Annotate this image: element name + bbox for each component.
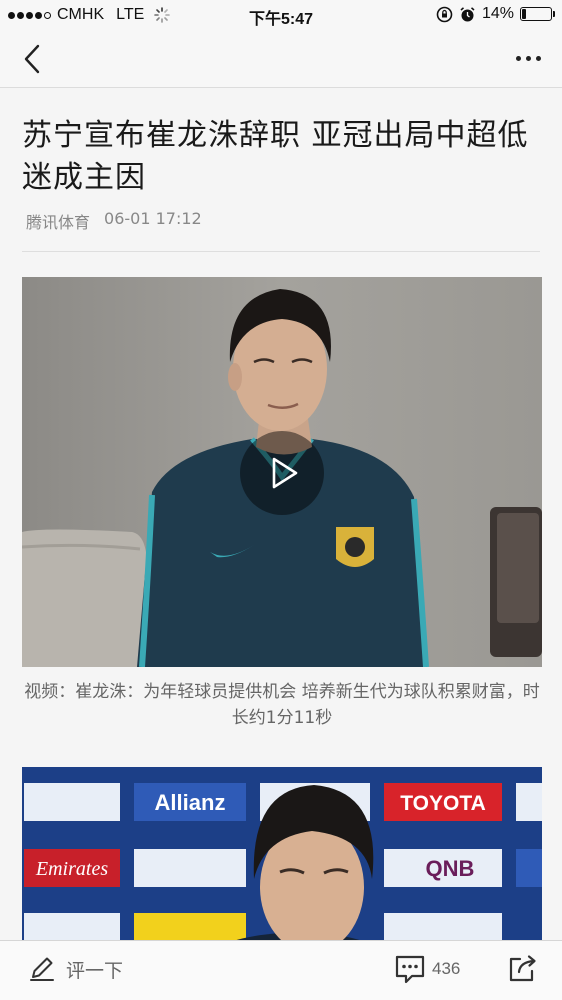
battery-percent: 14%: [481, 5, 514, 22]
comment-placeholder: 评一下: [66, 959, 124, 982]
sponsor-toyota: TOYOTA: [400, 792, 486, 815]
more-dots-icon: [515, 55, 521, 61]
video-caption: 视频：崔龙洙：为年轻球员提供机会 培养新生代为球队积累财富，时长约1分11秒: [24, 682, 540, 728]
article-title: 苏宁宣布崔龙洙辞职 亚冠出局中超低迷成主因: [22, 118, 529, 195]
comment-bubble-icon: [395, 955, 425, 984]
status-bar: CMHK LTE 下午5:47 14%: [0, 0, 562, 30]
article-source: 腾讯体育: [26, 213, 91, 232]
battery-icon: [520, 7, 555, 21]
sponsor-emirates: Emirates: [35, 858, 108, 880]
article-content: 苏宁宣布崔龙洙辞职 亚冠出局中超低迷成主因 腾讯体育 06-01 17:12 视…: [0, 89, 562, 941]
sponsor-qnb: QNB: [426, 856, 475, 881]
battery-level-fill: [522, 9, 526, 19]
status-right: 14%: [436, 5, 555, 23]
back-button[interactable]: [18, 42, 50, 76]
more-button[interactable]: [508, 46, 548, 70]
chevron-left-icon: [24, 44, 40, 74]
share-button[interactable]: [506, 953, 538, 989]
press-conference-photo: Allianz TOYOTA Emirates QNB: [22, 767, 542, 941]
divider: [22, 251, 540, 252]
article-photo[interactable]: Allianz TOYOTA Emirates QNB: [22, 767, 542, 941]
share-icon: [509, 955, 536, 982]
sponsor-allianz: Allianz: [155, 790, 226, 815]
bottom-toolbar: 评一下 436: [0, 940, 562, 1000]
article-date: 06-01 17:12: [104, 209, 202, 228]
video-player[interactable]: [22, 277, 542, 667]
rotation-lock-icon: [436, 6, 453, 22]
pen-icon: [30, 957, 54, 981]
comment-input[interactable]: 评一下: [28, 955, 123, 983]
nav-bar: [0, 30, 562, 88]
play-icon: [272, 457, 298, 489]
article-meta: 腾讯体育 06-01 17:12: [26, 209, 202, 233]
comment-count-button[interactable]: 436: [394, 953, 460, 985]
play-button[interactable]: [240, 431, 324, 515]
alarm-icon: [460, 6, 475, 21]
comment-count: 436: [432, 959, 461, 978]
